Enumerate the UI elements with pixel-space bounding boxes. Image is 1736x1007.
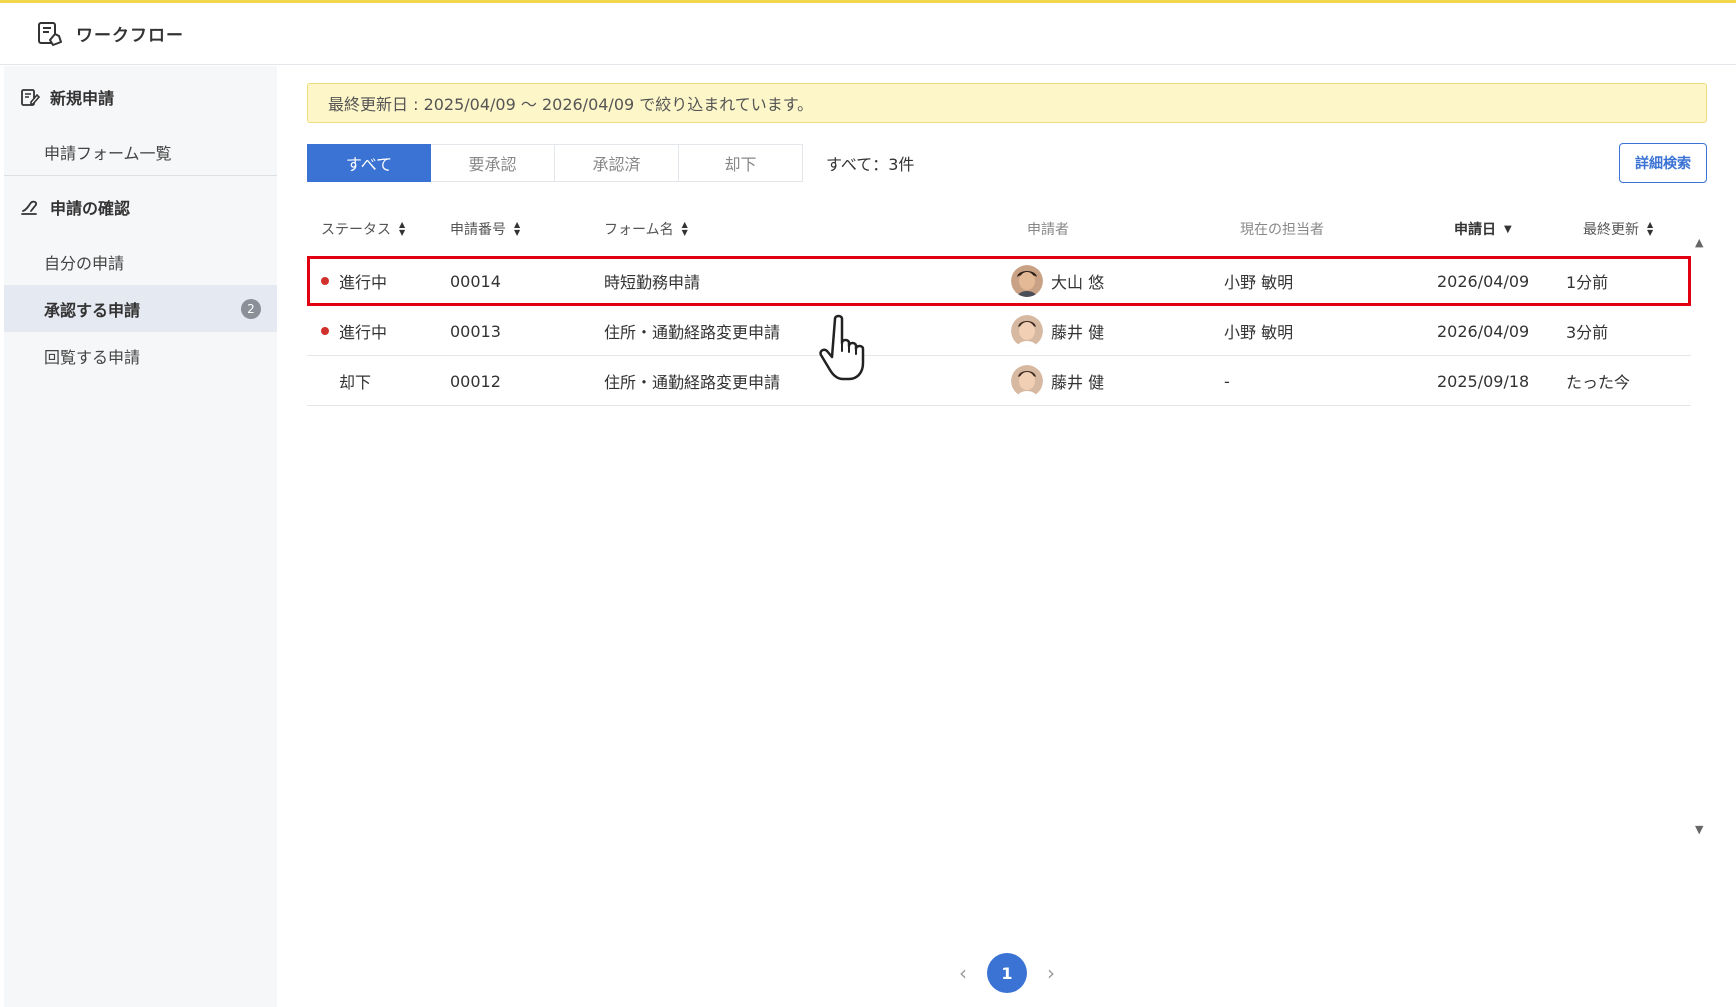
- form-name-cell: 住所・通勤経路変更申請: [604, 373, 781, 392]
- result-count: すべて：3件: [826, 155, 915, 174]
- number-cell: 00013: [450, 321, 501, 341]
- assignee-cell: 小野 敏明: [1224, 273, 1294, 292]
- column-label: フォーム名: [604, 222, 674, 238]
- sort-icon: ▲ ▼: [514, 220, 521, 237]
- applicant-name: 大山 悠: [1051, 273, 1105, 292]
- table-row[interactable]: 進行中 00014 時短勤務申請 大山 悠 小野 敏明 2026/04/09 1…: [307, 256, 1691, 306]
- sidebar-item-my-requests[interactable]: 自分の申請: [4, 238, 277, 285]
- filter-banner: 最終更新日 : 2025/04/09 ～ 2026/04/09 で絞り込まれてい…: [307, 83, 1707, 123]
- tab-all[interactable]: すべて: [307, 144, 431, 182]
- table-header: ステータス ▲ ▼ 申請番号 ▲ ▼ フォーム名 ▲ ▼ 申請者 現在の担当者 申請日…: [307, 206, 1691, 252]
- avatar: [1011, 265, 1043, 297]
- table-row[interactable]: 却下 00012 住所・通勤経路変更申請 藤井 健 - 2025/09/18 た…: [307, 356, 1691, 406]
- applicant-cell: 藤井 健: [1011, 356, 1104, 406]
- column-header-number[interactable]: 申請番号 ▲ ▼: [450, 219, 520, 239]
- assignee-cell: -: [1224, 371, 1230, 391]
- sidebar-item-label: 自分の申請: [44, 253, 125, 273]
- sort-icon: ▲ ▼: [681, 220, 688, 237]
- main-content: 最終更新日 : 2025/04/09 ～ 2026/04/09 で絞り込まれてい…: [307, 66, 1707, 1007]
- column-label: 申請日: [1454, 222, 1496, 238]
- scroll-up-arrow-icon[interactable]: ▲: [1695, 236, 1703, 249]
- sort-descending-icon: ▼: [1504, 223, 1512, 235]
- column-label: 現在の担当者: [1240, 222, 1324, 238]
- status-dot: [321, 277, 329, 285]
- form-name-cell: 時短勤務申請: [604, 273, 701, 292]
- sidebar-item-label: 申請フォーム一覧: [44, 143, 172, 163]
- sort-icon: ▲ ▼: [1647, 220, 1654, 237]
- sidebar-item-to-approve[interactable]: 承認する申請 2: [4, 285, 277, 332]
- column-header-status[interactable]: ステータス ▲ ▼: [321, 219, 405, 239]
- updated-cell: たった今: [1566, 373, 1631, 392]
- form-name-cell: 住所・通勤経路変更申請: [604, 323, 781, 342]
- applicant-cell: 藤井 健: [1011, 306, 1104, 356]
- column-label: 最終更新: [1583, 222, 1639, 238]
- tab-rejected[interactable]: 却下: [679, 144, 803, 182]
- number-cell: 00014: [450, 271, 501, 291]
- status-tabs: すべて 要承認 承認済 却下: [307, 144, 803, 182]
- status-cell: 進行中: [321, 256, 387, 306]
- workflow-app-icon: [38, 21, 62, 46]
- applicant-name: 藤井 健: [1051, 373, 1105, 392]
- sidebar-item-circulated[interactable]: 回覧する申請: [4, 332, 277, 379]
- page-button-current[interactable]: 1: [987, 953, 1027, 993]
- hand-stamp-icon: [21, 200, 38, 215]
- status-cell: 却下: [321, 356, 371, 406]
- scroll-down-arrow-icon[interactable]: ▼: [1695, 823, 1703, 836]
- sidebar-item-form-list[interactable]: 申請フォーム一覧: [4, 128, 277, 175]
- assignee-cell: 小野 敏明: [1224, 323, 1294, 342]
- edit-document-icon: [21, 89, 40, 106]
- sidebar-section-label: 新規申請: [50, 89, 115, 108]
- tab-needs-approval[interactable]: 要承認: [431, 144, 555, 182]
- count-badge: 2: [241, 298, 261, 319]
- pagination: ‹ 1 ›: [307, 953, 1707, 993]
- sidebar-item-label: 承認する申請: [44, 300, 141, 320]
- app-header: ワークフロー: [0, 3, 1736, 65]
- sidebar-item-label: 回覧する申請: [44, 347, 141, 367]
- column-header-updated[interactable]: 最終更新 ▲ ▼: [1583, 219, 1653, 239]
- column-header-date[interactable]: 申請日 ▼: [1454, 219, 1512, 239]
- date-cell: 2026/04/09: [1437, 321, 1530, 341]
- column-label: 申請番号: [450, 222, 506, 238]
- avatar: [1011, 365, 1043, 397]
- tab-approved[interactable]: 承認済: [555, 144, 679, 182]
- updated-cell: 3分前: [1566, 323, 1609, 342]
- sort-icon: ▲ ▼: [399, 220, 406, 237]
- app-title: ワークフロー: [76, 26, 184, 46]
- table-scrollbar[interactable]: ▲ ▼: [1695, 236, 1707, 836]
- hand-pointer-cursor-icon: [819, 314, 865, 381]
- number-cell: 00012: [450, 371, 501, 391]
- sidebar: 新規申請 申請フォーム一覧 申請の確認 自分の申請 承認する申請 2 回覧する申…: [4, 66, 277, 1007]
- sidebar-section-new: 新規申請: [4, 66, 277, 128]
- status-text: 進行中: [339, 273, 388, 292]
- status-text: 却下: [339, 373, 372, 392]
- applicant-cell: 大山 悠: [1011, 256, 1104, 306]
- request-table-body: 進行中 00014 時短勤務申請 大山 悠 小野 敏明 2026/04/09 1…: [307, 256, 1691, 406]
- status-cell: 進行中: [321, 306, 387, 356]
- status-text: 進行中: [339, 323, 388, 342]
- column-header-applicant: 申請者: [1027, 219, 1069, 239]
- status-dot: [321, 327, 329, 335]
- column-header-assignee: 現在の担当者: [1240, 219, 1324, 239]
- status-dot-empty: [321, 377, 329, 385]
- next-page-chevron-icon[interactable]: ›: [1037, 961, 1065, 985]
- sidebar-section-check: 申請の確認: [4, 176, 277, 238]
- prev-page-chevron-icon[interactable]: ‹: [949, 961, 977, 985]
- sidebar-section-label: 申請の確認: [50, 199, 131, 218]
- avatar: [1011, 315, 1043, 347]
- date-cell: 2026/04/09: [1437, 271, 1530, 291]
- column-label: 申請者: [1027, 222, 1069, 238]
- column-label: ステータス: [321, 222, 391, 238]
- table-row[interactable]: 進行中 00013 住所・通勤経路変更申請 藤井 健 小野 敏明 2026/04…: [307, 306, 1691, 356]
- advanced-search-button[interactable]: 詳細検索: [1619, 143, 1707, 183]
- date-cell: 2025/09/18: [1437, 371, 1530, 391]
- applicant-name: 藤井 健: [1051, 323, 1105, 342]
- updated-cell: 1分前: [1566, 273, 1609, 292]
- column-header-form-name[interactable]: フォーム名 ▲ ▼: [604, 219, 688, 239]
